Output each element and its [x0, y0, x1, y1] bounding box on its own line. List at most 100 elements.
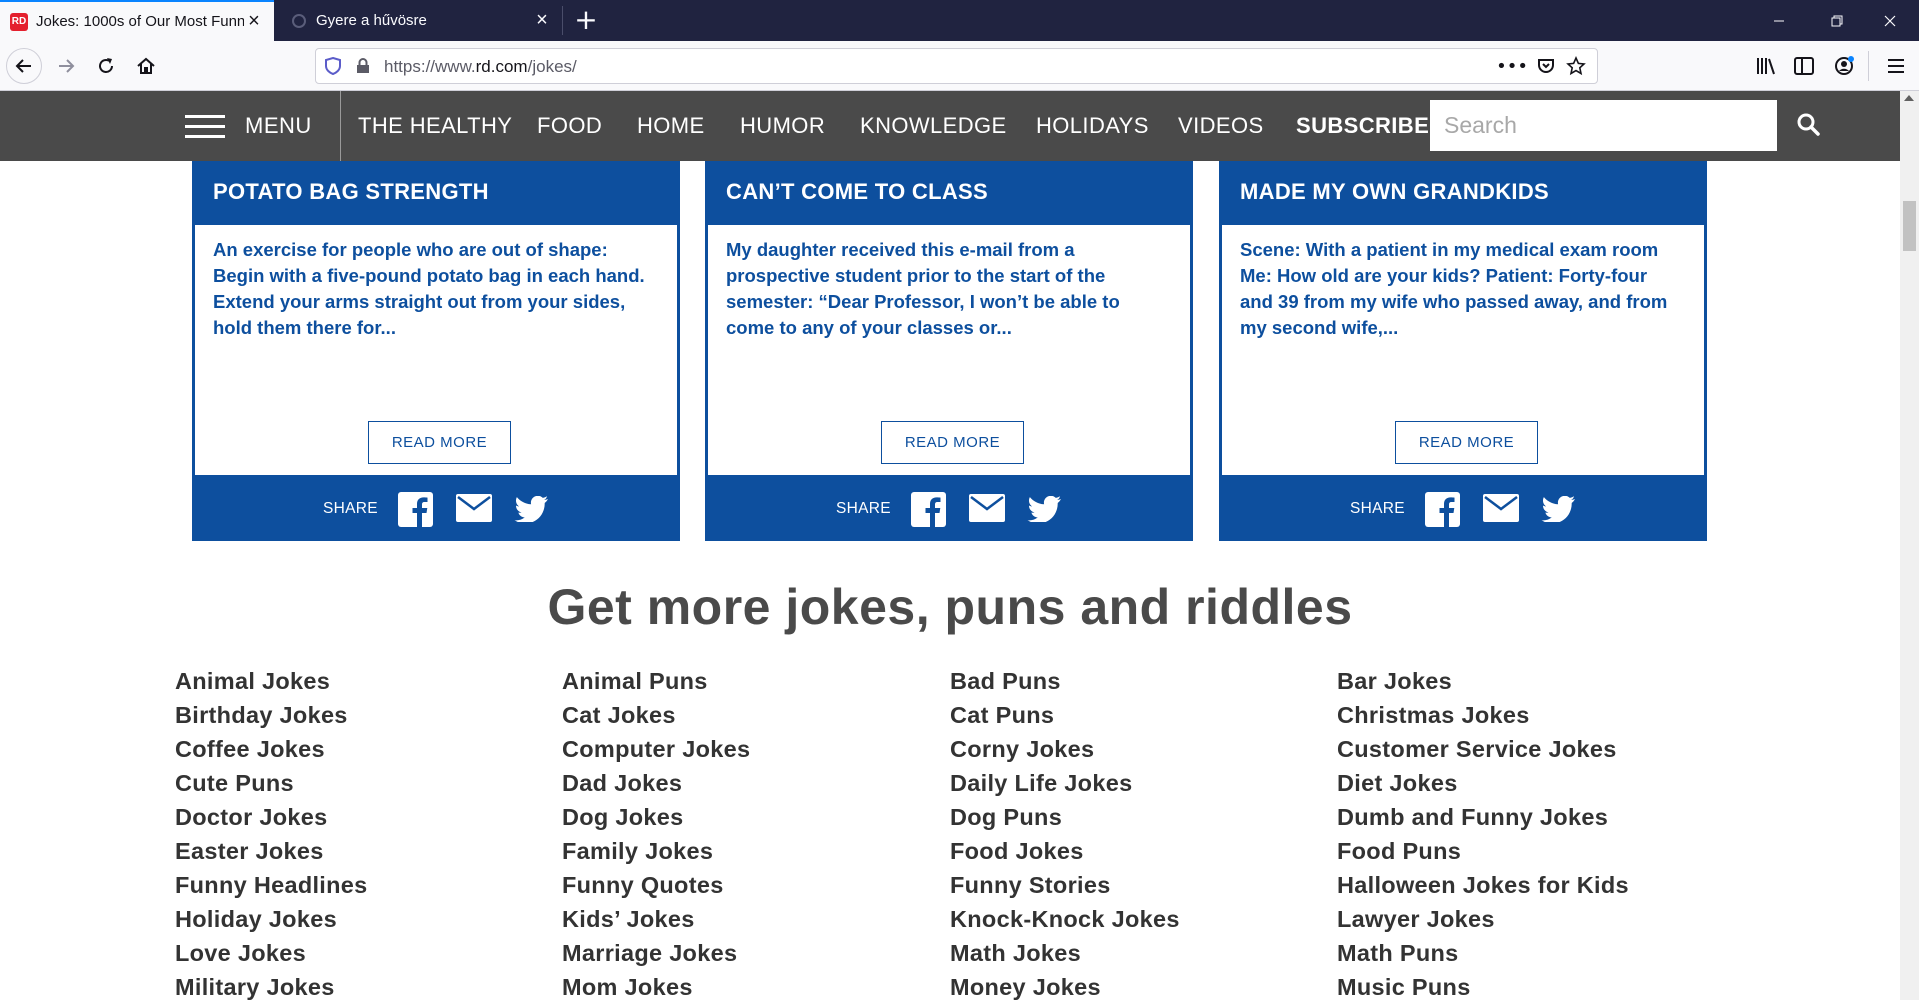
nav-knowledge[interactable]: KNOWLEDGE: [860, 113, 1007, 139]
nav-the-healthy[interactable]: THE HEALTHY: [358, 113, 512, 139]
joke-category-link[interactable]: Dad Jokes: [562, 768, 750, 802]
scroll-up-arrow-icon[interactable]: [1904, 95, 1914, 101]
joke-category-link[interactable]: Music Puns: [1337, 972, 1629, 1006]
facebook-icon[interactable]: [398, 492, 433, 527]
header-divider: [340, 91, 341, 161]
nav-holidays[interactable]: HOLIDAYS: [1036, 113, 1149, 139]
facebook-icon[interactable]: [1425, 492, 1460, 527]
url-text: https://www.rd.com/jokes/: [384, 57, 577, 77]
nav-home[interactable]: HOME: [637, 113, 705, 139]
page-actions-icon[interactable]: •••: [1496, 55, 1528, 77]
joke-category-link[interactable]: Food Jokes: [950, 836, 1180, 870]
joke-category-link[interactable]: Kids’ Jokes: [562, 904, 750, 938]
joke-category-link[interactable]: Holiday Jokes: [175, 904, 368, 938]
joke-category-link[interactable]: Daily Life Jokes: [950, 768, 1180, 802]
read-more-button[interactable]: READ MORE: [368, 421, 511, 464]
joke-category-link[interactable]: Birthday Jokes: [175, 700, 368, 734]
joke-category-link[interactable]: Dog Jokes: [562, 802, 750, 836]
joke-category-link[interactable]: Christmas Jokes: [1337, 700, 1629, 734]
joke-category-link[interactable]: Cat Puns: [950, 700, 1180, 734]
joke-category-link[interactable]: Customer Service Jokes: [1337, 734, 1629, 768]
restore-icon: [1831, 15, 1843, 26]
nav-videos[interactable]: VIDEOS: [1178, 113, 1264, 139]
joke-category-link[interactable]: Computer Jokes: [562, 734, 750, 768]
joke-category-link[interactable]: Corny Jokes: [950, 734, 1180, 768]
joke-category-link[interactable]: Food Puns: [1337, 836, 1629, 870]
library-icon: [1757, 58, 1775, 75]
jokes-column-3: Bad Puns Cat Puns Corny Jokes Daily Life…: [950, 666, 1180, 1006]
app-menu-button[interactable]: [1878, 48, 1914, 84]
page-scrollbar[interactable]: [1900, 91, 1919, 1000]
new-tab-button[interactable]: +: [570, 4, 602, 36]
account-button[interactable]: [1826, 48, 1862, 84]
tab-jokes[interactable]: RD Jokes: 1000s of Our Most Funny Jokes …: [0, 0, 274, 41]
back-button[interactable]: [6, 48, 42, 84]
tab-close-icon[interactable]: ×: [532, 9, 552, 32]
joke-category-link[interactable]: Bad Puns: [950, 666, 1180, 700]
joke-category-link[interactable]: Diet Jokes: [1337, 768, 1629, 802]
bookmark-star-icon[interactable]: [1565, 55, 1587, 77]
email-icon[interactable]: [456, 494, 492, 522]
sidebar-button[interactable]: [1786, 48, 1822, 84]
tab-gyere-a-huvosre[interactable]: Gyere a hűvösre ×: [280, 0, 562, 41]
joke-category-link[interactable]: Dumb and Funny Jokes: [1337, 802, 1629, 836]
joke-category-link[interactable]: Mom Jokes: [562, 972, 750, 1006]
address-bar[interactable]: https://www.rd.com/jokes/ •••: [315, 48, 1598, 84]
joke-category-link[interactable]: Knock-Knock Jokes: [950, 904, 1180, 938]
share-label: SHARE: [1350, 500, 1405, 517]
library-button[interactable]: [1748, 48, 1784, 84]
site-menu-button[interactable]: MENU: [185, 91, 312, 161]
card-title[interactable]: CAN’T COME TO CLASS: [726, 179, 988, 205]
joke-card: CAN’T COME TO CLASS My daughter received…: [705, 161, 1193, 541]
joke-category-link[interactable]: Math Jokes: [950, 938, 1180, 972]
facebook-icon[interactable]: [911, 492, 946, 527]
joke-category-link[interactable]: Military Jokes: [175, 972, 368, 1006]
twitter-icon[interactable]: [1027, 496, 1061, 522]
close-window-button[interactable]: [1861, 0, 1919, 41]
lock-icon[interactable]: [352, 55, 374, 77]
nav-humor[interactable]: HUMOR: [740, 113, 825, 139]
twitter-icon[interactable]: [1541, 496, 1575, 522]
joke-category-link[interactable]: Family Jokes: [562, 836, 750, 870]
restore-button[interactable]: [1808, 0, 1866, 41]
joke-category-link[interactable]: Cat Jokes: [562, 700, 750, 734]
joke-category-link[interactable]: Math Puns: [1337, 938, 1629, 972]
joke-category-link[interactable]: Animal Puns: [562, 666, 750, 700]
joke-category-link[interactable]: Coffee Jokes: [175, 734, 368, 768]
joke-category-link[interactable]: Money Jokes: [950, 972, 1180, 1006]
joke-category-link[interactable]: Bar Jokes: [1337, 666, 1629, 700]
site-search-input[interactable]: Search: [1430, 100, 1777, 151]
joke-category-link[interactable]: Halloween Jokes for Kids: [1337, 870, 1629, 904]
tab-separator: [562, 6, 563, 35]
minimize-button[interactable]: [1750, 0, 1808, 41]
read-more-button[interactable]: READ MORE: [881, 421, 1024, 464]
pocket-icon[interactable]: [1535, 55, 1557, 77]
twitter-icon[interactable]: [514, 496, 548, 522]
joke-category-link[interactable]: Cute Puns: [175, 768, 368, 802]
joke-category-link[interactable]: Funny Quotes: [562, 870, 750, 904]
joke-category-link[interactable]: Funny Headlines: [175, 870, 368, 904]
search-icon[interactable]: [1795, 111, 1823, 139]
joke-category-link[interactable]: Love Jokes: [175, 938, 368, 972]
nav-subscribe[interactable]: SUBSCRIBE: [1296, 113, 1429, 139]
joke-category-link[interactable]: Funny Stories: [950, 870, 1180, 904]
card-title[interactable]: POTATO BAG STRENGTH: [213, 179, 489, 205]
email-icon[interactable]: [969, 494, 1005, 522]
reload-button[interactable]: [88, 48, 124, 84]
forward-button[interactable]: [48, 48, 84, 84]
nav-food[interactable]: FOOD: [537, 113, 602, 139]
share-label: SHARE: [323, 500, 378, 517]
joke-category-link[interactable]: Dog Puns: [950, 802, 1180, 836]
home-button[interactable]: [128, 48, 164, 84]
read-more-button[interactable]: READ MORE: [1395, 421, 1538, 464]
scroll-thumb[interactable]: [1903, 201, 1916, 251]
card-title[interactable]: MADE MY OWN GRANDKIDS: [1240, 179, 1549, 205]
tracking-protection-shield-icon[interactable]: [322, 55, 344, 77]
tab-close-icon[interactable]: ×: [244, 10, 264, 33]
joke-category-link[interactable]: Easter Jokes: [175, 836, 368, 870]
joke-category-link[interactable]: Animal Jokes: [175, 666, 368, 700]
email-icon[interactable]: [1483, 494, 1519, 522]
joke-category-link[interactable]: Marriage Jokes: [562, 938, 750, 972]
joke-category-link[interactable]: Doctor Jokes: [175, 802, 368, 836]
joke-category-link[interactable]: Lawyer Jokes: [1337, 904, 1629, 938]
